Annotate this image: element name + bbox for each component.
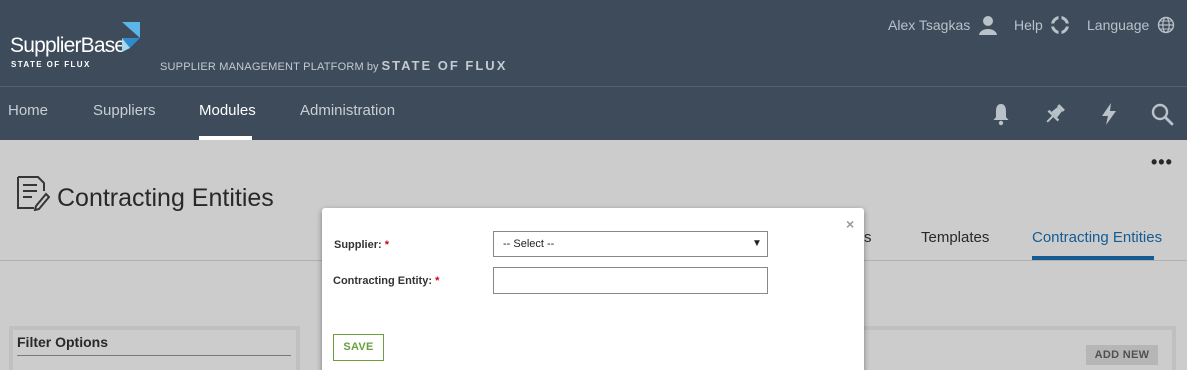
platform-by: by — [366, 61, 379, 73]
platform-name: SUPPLIER MANAGEMENT PLATFORM — [160, 61, 364, 73]
required-marker: * — [384, 239, 390, 251]
top-header: SupplierBase STATE OF FLUX SUPPLIER MANA… — [0, 0, 1187, 140]
user-icon — [979, 16, 998, 35]
nav-home[interactable]: Home — [8, 102, 48, 119]
pin-icon[interactable] — [1043, 102, 1067, 126]
nav-modules[interactable]: Modules — [199, 102, 256, 119]
contracting-entity-dialog: × Supplier: * -- Select -- ▼ Contracting… — [322, 208, 864, 370]
nav-administration[interactable]: Administration — [300, 102, 395, 119]
contracting-entity-input[interactable] — [493, 267, 768, 294]
help-menu[interactable]: Help — [1014, 15, 1069, 35]
contracting-entity-label-text: Contracting Entity: — [333, 275, 432, 287]
help-label: Help — [1014, 17, 1043, 33]
globe-icon — [1158, 16, 1175, 34]
header-divider — [0, 86, 1187, 87]
close-icon[interactable]: × — [846, 216, 854, 232]
nav-suppliers[interactable]: Suppliers — [93, 102, 156, 119]
user-name: Alex Tsagkas — [888, 17, 971, 33]
platform-company: STATE OF FLUX — [381, 58, 508, 73]
help-lifebuoy-icon — [1050, 16, 1069, 34]
required-marker: * — [435, 275, 440, 287]
logo-brand-text: SupplierBase — [10, 34, 126, 57]
logo-mark-icon — [122, 22, 140, 52]
user-menu[interactable]: Alex Tsagkas — [888, 15, 998, 35]
save-button[interactable]: SAVE — [333, 334, 384, 361]
supplier-label: Supplier: * — [334, 239, 389, 251]
supplier-select[interactable]: -- Select -- ▼ — [493, 231, 768, 257]
lightning-icon[interactable] — [1097, 102, 1121, 126]
supplier-label-text: Supplier: — [334, 239, 382, 251]
supplierbase-logo[interactable]: SupplierBase STATE OF FLUX — [10, 22, 150, 72]
bell-icon[interactable] — [989, 102, 1013, 126]
supplier-select-value: -- Select -- — [503, 238, 555, 250]
language-menu[interactable]: Language — [1087, 15, 1175, 35]
contracting-entity-label: Contracting Entity: * — [333, 275, 439, 287]
language-label: Language — [1087, 17, 1150, 33]
logo-subtext: STATE OF FLUX — [11, 60, 91, 69]
platform-tagline: SUPPLIER MANAGEMENT PLATFORM by STATE OF F… — [160, 57, 507, 75]
search-icon[interactable] — [1150, 102, 1174, 126]
dropdown-arrow-icon: ▼ — [752, 238, 762, 249]
